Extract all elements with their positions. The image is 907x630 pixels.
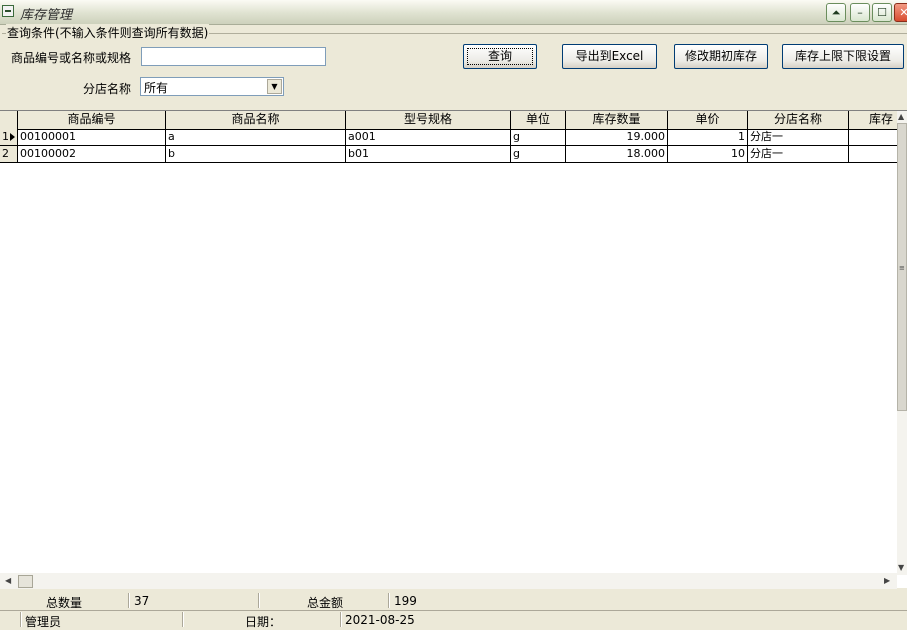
grid-header: 商品编号 商品名称 型号规格 单位 库存数量 单价 分店名称 库存: [0, 111, 897, 130]
total-amount-value: 199: [394, 594, 417, 608]
cell-unit-price[interactable]: 1: [668, 129, 748, 145]
divider: [20, 612, 22, 627]
edit-opening-stock-button[interactable]: 修改期初库存: [674, 44, 768, 69]
row-number: 1: [2, 130, 9, 143]
cell-spec[interactable]: a001: [346, 129, 511, 145]
cell-stock-extra[interactable]: [849, 146, 897, 162]
current-row-arrow-icon: [10, 133, 15, 141]
minimize-button[interactable]: –: [850, 3, 870, 22]
total-qty-label: 总数量: [46, 596, 83, 610]
total-amount-label: 总金额: [307, 596, 344, 610]
product-search-input[interactable]: [141, 47, 326, 66]
row-indicator[interactable]: 1: [0, 129, 18, 145]
row-number: 2: [2, 147, 9, 160]
column-header[interactable]: 商品名称: [166, 111, 346, 129]
divider: [258, 593, 260, 608]
branch-select[interactable]: 所有 ▼: [140, 77, 284, 96]
current-user: 管理员: [25, 615, 62, 629]
horizontal-scroll-thumb[interactable]: [18, 575, 33, 588]
system-menu-icon[interactable]: [2, 5, 14, 17]
row-indicator[interactable]: 2: [0, 146, 18, 162]
scroll-right-icon[interactable]: ▶: [884, 576, 890, 585]
grip-icon: ≡: [899, 264, 905, 272]
vertical-scrollbar[interactable]: ▲ ≡ ▼: [897, 111, 907, 575]
row-indicator-header: [0, 111, 18, 129]
search-button[interactable]: 查询: [463, 44, 537, 69]
product-search-label: 商品编号或名称或规格: [11, 51, 132, 65]
divider: [182, 612, 184, 627]
cell-stock-qty[interactable]: 18.000: [566, 146, 668, 162]
column-header[interactable]: 库存数量: [566, 111, 668, 129]
window-title: 库存管理: [20, 8, 73, 23]
stock-limit-settings-button[interactable]: 库存上限下限设置: [782, 44, 904, 69]
chevron-down-icon[interactable]: ▼: [267, 79, 282, 94]
cell-product-name[interactable]: b: [166, 146, 346, 162]
totals-bar: 总数量 37 总金额 199: [0, 592, 907, 610]
cell-branch-name[interactable]: 分店一: [748, 146, 849, 162]
cell-unit[interactable]: g: [511, 129, 566, 145]
cell-spec[interactable]: b01: [346, 146, 511, 162]
date-label: 日期：: [245, 615, 282, 629]
cell-unit-price[interactable]: 10: [668, 146, 748, 162]
close-button[interactable]: ✕: [894, 3, 907, 22]
column-header[interactable]: 分店名称: [748, 111, 849, 129]
column-header[interactable]: 库存: [849, 111, 897, 129]
date-value: 2021-08-25: [345, 613, 415, 627]
cell-stock-qty[interactable]: 19.000: [566, 129, 668, 145]
cell-product-code[interactable]: 00100001: [18, 129, 166, 145]
cell-product-name[interactable]: a: [166, 129, 346, 145]
column-header[interactable]: 型号规格: [346, 111, 511, 129]
maximize-button[interactable]: ☐: [872, 3, 892, 22]
cell-branch-name[interactable]: 分店一: [748, 129, 849, 145]
scroll-left-icon[interactable]: ◀: [5, 576, 11, 585]
query-group: [2, 33, 907, 106]
scroll-down-icon[interactable]: ▼: [898, 563, 904, 572]
query-group-label: 查询条件(不输入条件则查询所有数据): [6, 24, 210, 41]
status-bar: 管理员 日期： 2021-08-25: [0, 610, 907, 629]
table-row[interactable]: 2 00100002 b b01 g 18.000 10 分店一: [0, 146, 897, 163]
scroll-up-icon[interactable]: ▲: [898, 112, 904, 121]
column-header[interactable]: 商品编号: [18, 111, 166, 129]
table-row[interactable]: 1 00100001 a a001 g 19.000 1 分店一: [0, 129, 897, 146]
export-excel-button[interactable]: 导出到Excel: [562, 44, 657, 69]
divider: [128, 593, 130, 608]
help-button[interactable]: ⏶: [826, 3, 846, 22]
horizontal-scrollbar[interactable]: ◀ ▶: [0, 573, 897, 589]
divider: [388, 593, 390, 608]
divider: [340, 612, 342, 627]
cell-unit[interactable]: g: [511, 146, 566, 162]
column-header[interactable]: 单位: [511, 111, 566, 129]
cell-stock-extra[interactable]: [849, 129, 897, 145]
branch-select-value: 所有: [144, 81, 169, 95]
branch-label: 分店名称: [83, 82, 132, 96]
vertical-scroll-thumb[interactable]: ≡: [897, 123, 907, 411]
cell-product-code[interactable]: 00100002: [18, 146, 166, 162]
inventory-grid[interactable]: 商品编号 商品名称 型号规格 单位 库存数量 单价 分店名称 库存 1 0010…: [0, 110, 907, 589]
title-bar: 库存管理 ⏶ – ☐ ✕: [0, 0, 907, 25]
total-qty-value: 37: [134, 594, 150, 608]
column-header[interactable]: 单价: [668, 111, 748, 129]
